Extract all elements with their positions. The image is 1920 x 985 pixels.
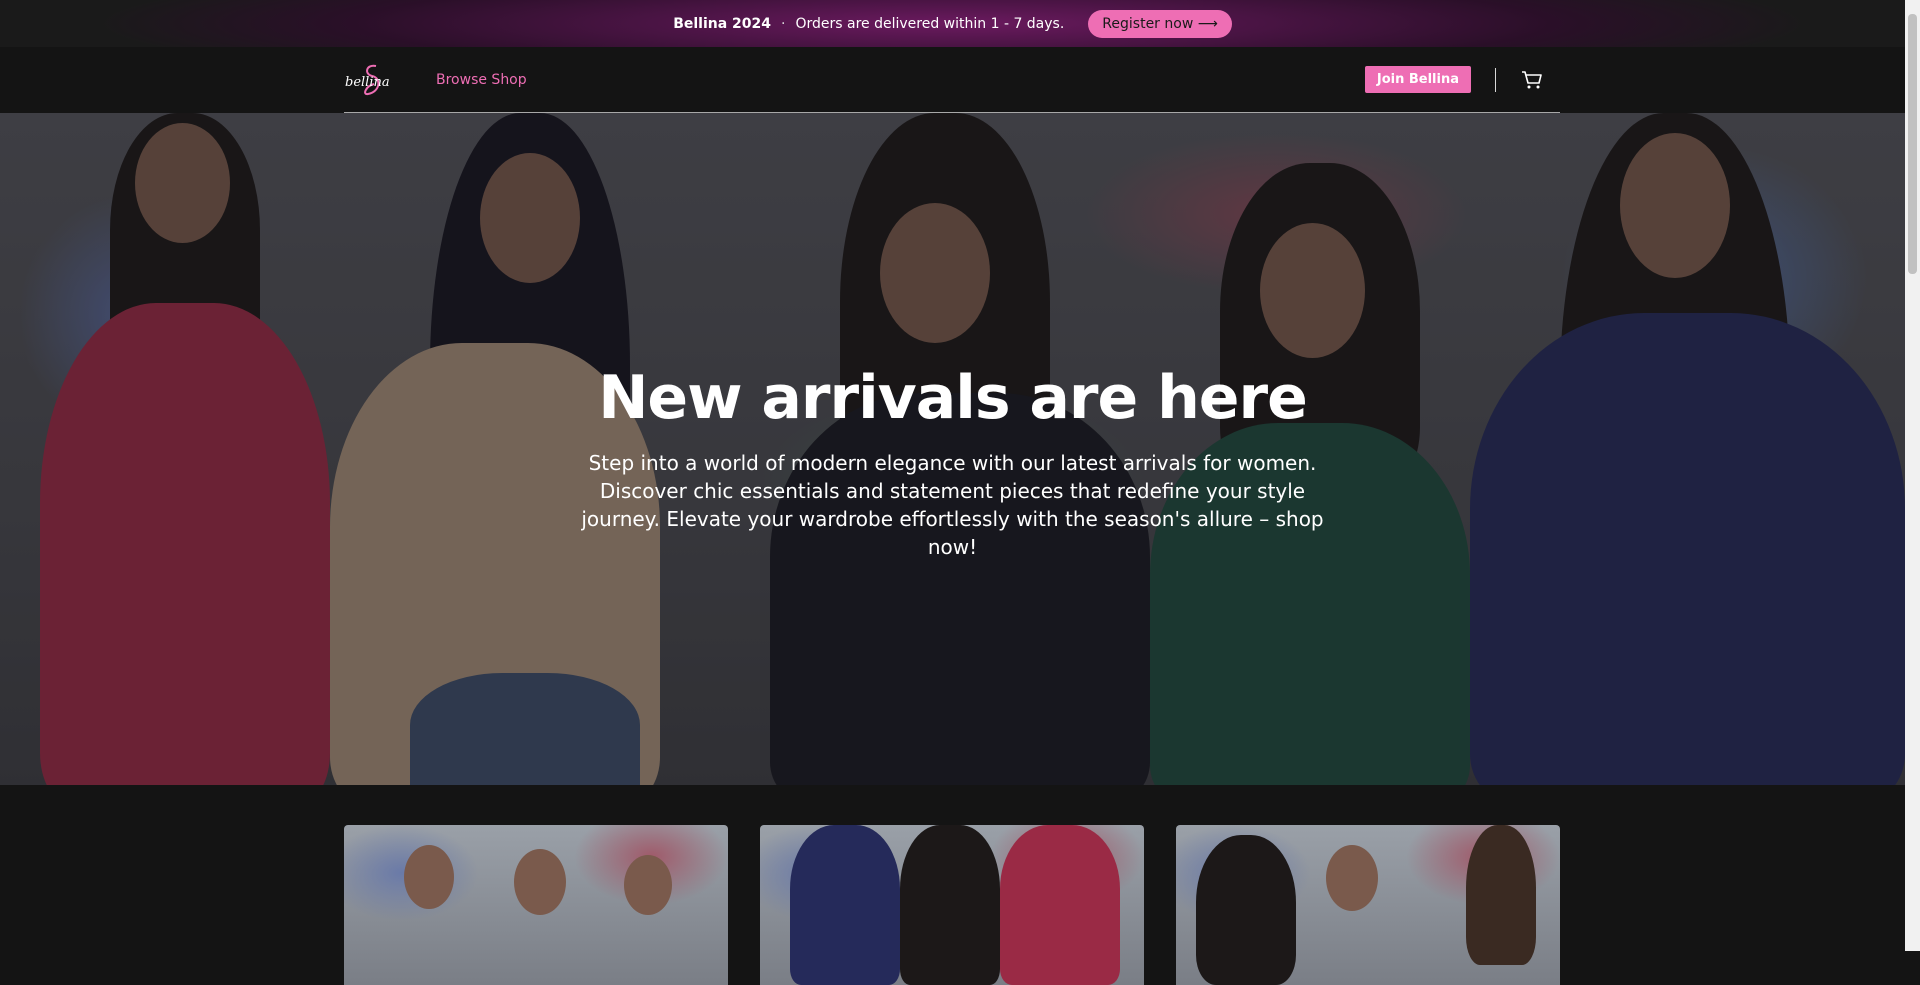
hero-section: New arrivals are here Step into a world … <box>0 113 1905 785</box>
card-figure-head <box>514 849 566 915</box>
hero-title: New arrivals are here <box>598 363 1308 433</box>
scrollbar-thumb[interactable] <box>1908 14 1917 274</box>
hero-subtitle: Step into a world of modern elegance wit… <box>581 451 1324 559</box>
announcement-separator: · <box>781 15 786 32</box>
hero-text: New arrivals are here Step into a world … <box>0 363 1905 561</box>
join-bellina-button[interactable]: Join Bellina <box>1364 66 1471 93</box>
nav-divider <box>1495 67 1496 92</box>
card-figure-head <box>624 855 672 915</box>
register-button[interactable]: Register now ⟶ <box>1088 9 1232 38</box>
card-figure-black <box>900 825 1000 985</box>
card-figure-hair <box>1466 825 1536 965</box>
collection-card[interactable] <box>344 825 728 985</box>
logo-lettering: bellina <box>345 75 390 90</box>
collection-card[interactable] <box>760 825 1144 985</box>
announcement-bar: Bellina 2024 · Orders are delivered with… <box>0 0 1905 47</box>
card-figure-head <box>1326 845 1378 911</box>
collection-card[interactable] <box>1176 825 1560 985</box>
card-figure-head <box>404 845 454 909</box>
nav-inner: bellina Browse Shop Join Bellina <box>344 47 1560 113</box>
page-scrollbar[interactable] <box>1905 0 1920 951</box>
announcement-brand: Bellina 2024 <box>673 15 772 32</box>
bellina-logo[interactable]: bellina <box>344 60 402 100</box>
main-nav: bellina Browse Shop Join Bellina <box>0 47 1905 113</box>
card-figure-hair <box>1196 835 1296 985</box>
cart-icon[interactable] <box>1520 68 1544 92</box>
browse-shop-link[interactable]: Browse Shop <box>436 72 527 88</box>
collection-cards <box>344 825 1560 985</box>
announcement-message: Orders are delivered within 1 - 7 days. <box>795 15 1065 32</box>
card-figure-red <box>1000 825 1120 985</box>
card-figure-navy <box>790 825 900 985</box>
